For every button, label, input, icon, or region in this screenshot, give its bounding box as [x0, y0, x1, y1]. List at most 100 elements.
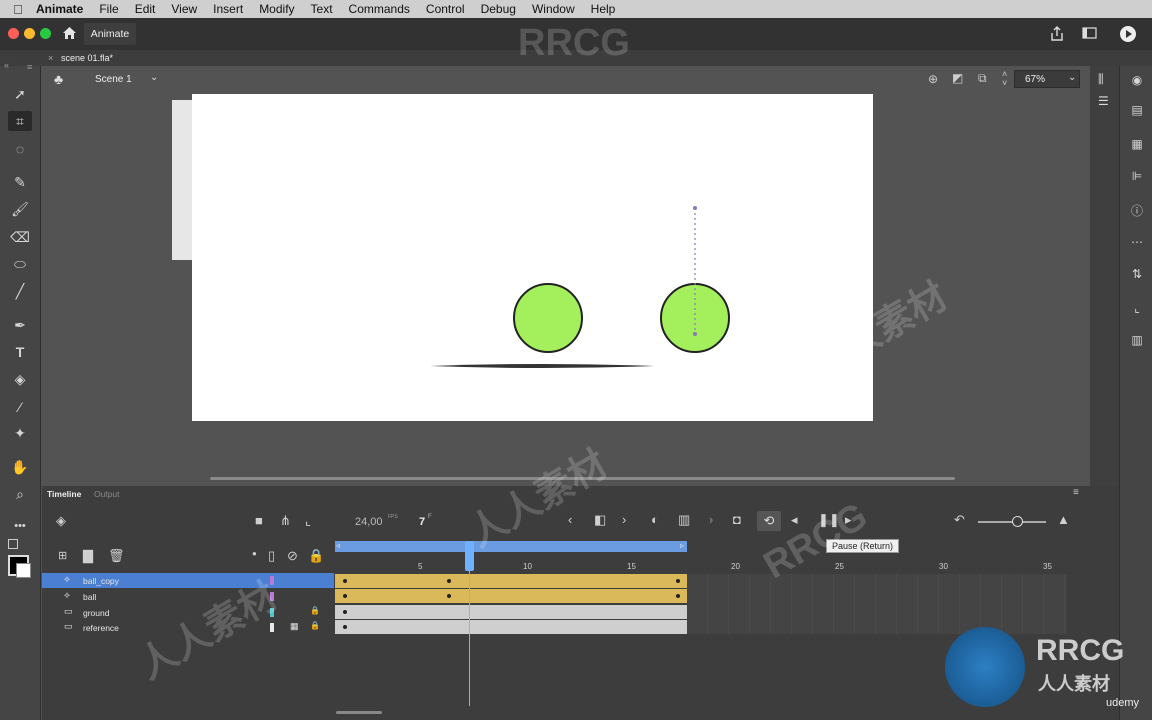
eyedropper-tool-icon[interactable]: ⁄	[8, 397, 32, 417]
keyframe[interactable]	[343, 594, 347, 598]
info-panel-icon[interactable]: ⓘ	[1126, 200, 1148, 220]
keyframe[interactable]	[676, 594, 680, 598]
properties-settings-icon[interactable]: ☰	[1098, 94, 1109, 108]
free-transform-tool-icon[interactable]: ⌗	[8, 111, 32, 131]
align-panel-icon[interactable]: ⊫	[1126, 166, 1148, 186]
layer-view-icon[interactable]: ◈	[56, 513, 66, 529]
minimize-window-button[interactable]	[24, 28, 35, 39]
transform-panel-icon[interactable]: ⇅	[1126, 264, 1148, 284]
panel-layout-icon[interactable]	[1082, 27, 1097, 39]
layer-lock-icon[interactable]: 🔒	[310, 606, 320, 615]
insert-keyframe-icon[interactable]: ◧	[594, 512, 606, 528]
collapse-panel-icon[interactable]: «	[4, 60, 9, 70]
layer-parenting-icon[interactable]: ⋔	[280, 513, 291, 529]
lasso-tool-icon[interactable]: ◌	[8, 139, 32, 159]
playback-range-bar[interactable]	[335, 541, 687, 552]
timeline-horizontal-scrollbar[interactable]	[336, 711, 382, 714]
line-tool-icon[interactable]: ╱	[8, 281, 32, 301]
layer-name[interactable]: reference	[83, 623, 119, 633]
zoom-dropdown-chevron-icon[interactable]: ⌄	[1068, 72, 1076, 83]
motion-path-start-point[interactable]	[693, 206, 697, 210]
fps-value[interactable]: 24,00	[355, 516, 383, 528]
zoom-stepper-icon[interactable]: ˄ ˅	[1002, 70, 1007, 88]
scene-dropdown-chevron-icon[interactable]: ⌄	[150, 72, 158, 83]
onion-skin-outlines-icon[interactable]: ▥	[678, 512, 690, 528]
paint-bucket-tool-icon[interactable]: ◈	[8, 369, 32, 389]
menu-help[interactable]: Help	[591, 2, 616, 16]
hand-tool-icon[interactable]: ✋	[8, 457, 32, 477]
loop-icon[interactable]: ⟲	[757, 511, 781, 531]
scene-name[interactable]: Scene 1	[95, 74, 132, 85]
share-icon[interactable]	[1050, 26, 1064, 41]
keyframe[interactable]	[343, 625, 347, 629]
oval-tool-icon[interactable]: ⬭	[8, 254, 32, 274]
keyframe[interactable]	[447, 594, 451, 598]
selection-tool-icon[interactable]: ➚	[8, 84, 32, 104]
camera-icon[interactable]: ■	[255, 513, 263, 528]
motion-path-end-point[interactable]	[693, 332, 697, 336]
home-icon[interactable]	[62, 26, 77, 40]
range-end-marker-icon[interactable]: ▹	[680, 541, 684, 550]
components-panel-icon[interactable]: ▥	[1126, 330, 1148, 350]
hide-layers-icon[interactable]: ⊘	[287, 548, 298, 564]
color-panel-icon[interactable]: ◉	[1126, 70, 1148, 90]
frames-ball[interactable]	[335, 589, 687, 603]
menu-view[interactable]: View	[171, 2, 197, 16]
empty-frames-area[interactable]	[687, 574, 1067, 634]
layer-name[interactable]: ground	[83, 608, 109, 618]
previous-keyframe-icon[interactable]: ‹	[568, 512, 572, 527]
pen-tool-icon[interactable]: ✒	[8, 315, 32, 335]
library-panel-icon[interactable]: ▤	[1126, 100, 1148, 120]
menu-edit[interactable]: Edit	[135, 2, 156, 16]
fill-color-swatch[interactable]	[16, 563, 31, 578]
keyframe[interactable]	[343, 579, 347, 583]
current-frame-value[interactable]: 7	[419, 516, 425, 528]
menu-insert[interactable]: Insert	[213, 2, 243, 16]
highlight-layers-icon[interactable]: ●	[252, 549, 257, 558]
center-stage-icon[interactable]: ⊕	[928, 72, 938, 86]
menu-animate[interactable]: Animate	[36, 2, 83, 16]
menu-commands[interactable]: Commands	[349, 2, 410, 16]
swatches-panel-icon[interactable]: ▦	[1126, 134, 1148, 154]
frame-zoom-slider-thumb[interactable]	[1012, 516, 1023, 527]
test-movie-play-icon[interactable]	[1119, 25, 1137, 43]
outline-layers-icon[interactable]: ▯	[268, 548, 275, 564]
close-window-button[interactable]	[8, 28, 19, 39]
edit-symbols-icon[interactable]: ◩	[952, 71, 963, 85]
edit-multiple-frames-icon[interactable]: ◑	[706, 512, 714, 527]
tab-timeline[interactable]: Timeline	[47, 489, 81, 499]
menu-file[interactable]: File	[99, 2, 118, 16]
range-start-marker-icon[interactable]: ◃	[336, 541, 340, 550]
scene-icon[interactable]: ♣	[54, 71, 63, 87]
frames-ball-copy[interactable]	[335, 574, 687, 588]
zoom-window-button[interactable]	[40, 28, 51, 39]
frames-reference[interactable]	[335, 620, 687, 634]
layer-row-ball[interactable]: ⟡ ball	[42, 589, 334, 604]
swap-colors-icon[interactable]	[8, 539, 18, 549]
layer-color-swatch[interactable]	[270, 576, 274, 585]
paint-brush-tool-icon[interactable]: ✎	[8, 172, 32, 192]
delete-layer-icon[interactable]: 🗑	[108, 548, 125, 564]
clip-content-icon[interactable]: ⧉	[978, 71, 987, 86]
text-tool-icon[interactable]: T	[8, 342, 32, 362]
menu-debug[interactable]: Debug	[481, 2, 516, 16]
layer-color-swatch[interactable]	[270, 623, 274, 632]
timeline-menu-icon[interactable]: ≡	[1073, 487, 1079, 498]
layer-row-ball-copy[interactable]: ⟡ ball_copy	[42, 573, 334, 588]
new-folder-icon[interactable]: ▇	[83, 548, 93, 564]
layer-name[interactable]: ball	[83, 592, 96, 602]
keyframe[interactable]	[676, 579, 680, 583]
menu-modify[interactable]: Modify	[259, 2, 294, 16]
properties-icon[interactable]: ⫼	[1098, 72, 1104, 87]
eraser-tool-icon[interactable]: ⌫	[8, 227, 32, 247]
onion-skin-icon[interactable]: ◐	[651, 512, 659, 527]
zoom-tool-icon[interactable]: ⌕	[8, 484, 32, 504]
layer-outline-icon[interactable]: ▦	[290, 621, 299, 632]
next-keyframe-icon[interactable]: ›	[622, 512, 626, 527]
keyframe[interactable]	[447, 579, 451, 583]
panel-menu-icon[interactable]: ≡	[27, 62, 32, 72]
keyframe[interactable]	[343, 610, 347, 614]
apple-icon[interactable]: 	[0, 2, 36, 17]
menu-text[interactable]: Text	[311, 2, 333, 16]
tab-output[interactable]: Output	[94, 489, 120, 499]
